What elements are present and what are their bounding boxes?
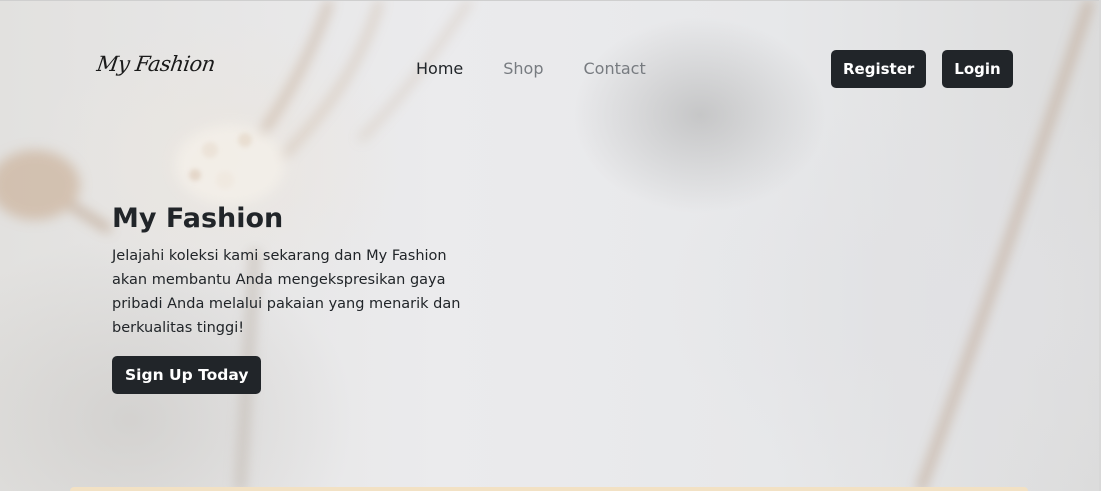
- register-button[interactable]: Register: [831, 50, 927, 88]
- nav-buttons: Register Login: [831, 50, 1013, 88]
- navbar: My Fashion Home Shop Contact Register Lo…: [0, 48, 1101, 90]
- login-button[interactable]: Login: [942, 50, 1013, 88]
- hero-title: My Fashion: [112, 203, 284, 234]
- nav-link-home[interactable]: Home: [416, 59, 463, 78]
- nav-link-shop[interactable]: Shop: [503, 59, 543, 78]
- hero-content: My Fashion Jelajahi koleksi kami sekaran…: [112, 200, 472, 394]
- sign-up-button[interactable]: Sign Up Today: [112, 356, 262, 394]
- brand-logo[interactable]: My Fashion: [95, 52, 216, 76]
- hero-description: Jelajahi koleksi kami sekarang dan My Fa…: [112, 248, 461, 336]
- top-border: [0, 0, 1101, 1]
- next-section-edge: [70, 487, 1028, 491]
- nav-links: Home Shop Contact: [416, 59, 686, 78]
- nav-link-contact[interactable]: Contact: [584, 59, 646, 78]
